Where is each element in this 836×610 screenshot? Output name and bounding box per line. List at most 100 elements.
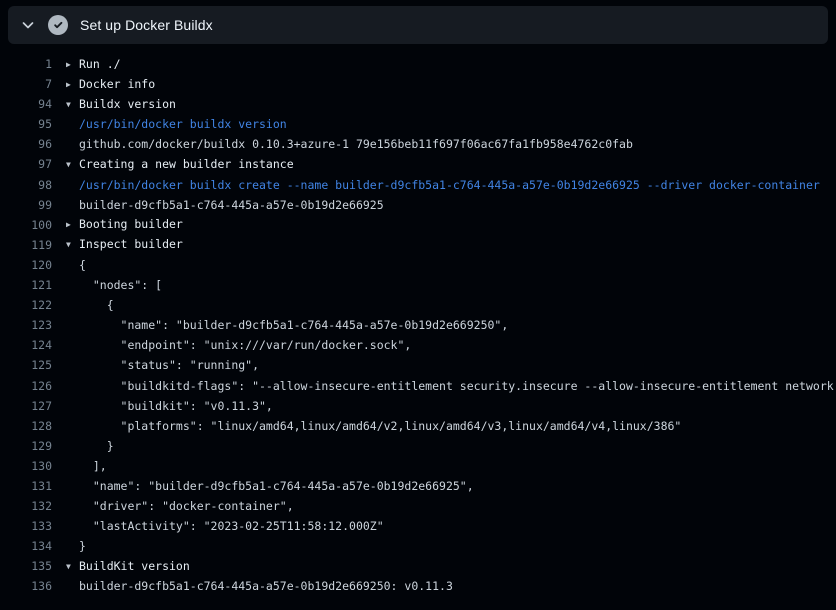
chevron-down-icon[interactable]: ▼ — [66, 95, 79, 115]
log-line: 126 "buildkitd-flags": "--allow-insecure… — [0, 376, 836, 396]
line-number-link[interactable]: 134 — [0, 536, 52, 556]
output-text: } — [66, 536, 836, 556]
chevron-down-icon[interactable] — [20, 17, 36, 33]
line-number-link[interactable]: 98 — [0, 175, 52, 195]
output-text: "buildkit": "v0.11.3", — [66, 396, 836, 416]
chevron-right-icon[interactable]: ▶ — [66, 215, 79, 235]
output-text: github.com/docker/buildx 0.10.3+azure-1 … — [66, 134, 836, 154]
line-number-link[interactable]: 136 — [0, 576, 52, 596]
line-number-link[interactable]: 135 — [0, 556, 52, 576]
output-text: "endpoint": "unix:///var/run/docker.sock… — [66, 335, 836, 355]
log-line: 124 "endpoint": "unix:///var/run/docker.… — [0, 335, 836, 355]
check-circle-icon — [48, 15, 68, 35]
line-number-link[interactable]: 123 — [0, 315, 52, 335]
output-text: "nodes": [ — [66, 275, 836, 295]
output-text: "buildkitd-flags": "--allow-insecure-ent… — [66, 376, 836, 396]
line-number-link[interactable]: 95 — [0, 114, 52, 134]
log-line: 121 "nodes": [ — [0, 275, 836, 295]
line-number-link[interactable]: 96 — [0, 134, 52, 154]
output-text: builder-d9cfb5a1-c764-445a-a57e-0b19d2e6… — [66, 195, 836, 215]
log-group-header[interactable]: ▼Inspect builder — [66, 234, 836, 255]
log-line: 131 "name": "builder-d9cfb5a1-c764-445a-… — [0, 476, 836, 496]
log-line: 127 "buildkit": "v0.11.3", — [0, 396, 836, 416]
output-text: { — [66, 255, 836, 275]
line-number-link[interactable]: 99 — [0, 195, 52, 215]
log-line: 120 { — [0, 255, 836, 275]
chevron-down-icon[interactable]: ▼ — [66, 155, 79, 175]
command-text: /usr/bin/docker buildx version — [66, 114, 836, 134]
line-number-link[interactable]: 133 — [0, 516, 52, 536]
log-group-header[interactable]: ▼BuildKit version — [66, 556, 836, 577]
log-line: 133 "lastActivity": "2023-02-25T11:58:12… — [0, 516, 836, 536]
log-line: 98/usr/bin/docker buildx create --name b… — [0, 175, 836, 195]
output-text: "name": "builder-d9cfb5a1-c764-445a-a57e… — [66, 315, 836, 335]
log-line: 119 ▼Inspect builder — [0, 235, 836, 255]
log-line: 100 ▶Booting builder — [0, 215, 836, 235]
step-title: Set up Docker Buildx — [80, 17, 213, 33]
chevron-right-icon[interactable]: ▶ — [66, 55, 79, 75]
line-number-link[interactable]: 119 — [0, 235, 52, 255]
line-number-link[interactable]: 132 — [0, 496, 52, 516]
line-number-link[interactable]: 130 — [0, 456, 52, 476]
log-line: 1 ▶Run ./ — [0, 54, 836, 74]
line-number-link[interactable]: 128 — [0, 416, 52, 436]
line-number-link[interactable]: 120 — [0, 255, 52, 275]
log-line: 132 "driver": "docker-container", — [0, 496, 836, 516]
line-number-link[interactable]: 126 — [0, 376, 52, 396]
line-number-link[interactable]: 7 — [0, 74, 52, 94]
log-group-header[interactable]: ▼Creating a new builder instance — [66, 154, 836, 175]
line-number-link[interactable]: 122 — [0, 295, 52, 315]
log-line: 7 ▶Docker info — [0, 74, 836, 94]
line-number-link[interactable]: 1 — [0, 54, 52, 74]
chevron-right-icon[interactable]: ▶ — [66, 75, 79, 95]
output-text: "name": "builder-d9cfb5a1-c764-445a-a57e… — [66, 476, 836, 496]
line-number-link[interactable]: 124 — [0, 335, 52, 355]
group-title[interactable]: BuildKit version — [79, 559, 190, 573]
log-line: 128 "platforms": "linux/amd64,linux/amd6… — [0, 416, 836, 436]
output-text: builder-d9cfb5a1-c764-445a-a57e-0b19d2e6… — [66, 576, 836, 596]
output-text: } — [66, 436, 836, 456]
output-text: { — [66, 295, 836, 315]
line-number-link[interactable]: 131 — [0, 476, 52, 496]
log-line: 123 "name": "builder-d9cfb5a1-c764-445a-… — [0, 315, 836, 335]
group-title[interactable]: Creating a new builder instance — [79, 157, 294, 171]
log-line: 136 builder-d9cfb5a1-c764-445a-a57e-0b19d… — [0, 576, 836, 596]
output-text: "lastActivity": "2023-02-25T11:58:12.000… — [66, 516, 836, 536]
log-group-header[interactable]: ▼Buildx version — [66, 94, 836, 115]
log-line: 97 ▼Creating a new builder instance — [0, 154, 836, 174]
chevron-down-icon[interactable]: ▼ — [66, 235, 79, 255]
log-line: 94 ▼Buildx version — [0, 94, 836, 114]
log-group-header[interactable]: ▶Run ./ — [66, 54, 836, 75]
command-text: /usr/bin/docker buildx create --name bui… — [66, 175, 836, 195]
log-line: 135 ▼BuildKit version — [0, 556, 836, 576]
output-text: "status": "running", — [66, 355, 836, 375]
group-title[interactable]: Inspect builder — [79, 237, 183, 251]
log-line: 96 github.com/docker/buildx 0.10.3+azure-… — [0, 134, 836, 154]
group-title[interactable]: Buildx version — [79, 97, 176, 111]
output-text: ], — [66, 456, 836, 476]
log-group-header[interactable]: ▶Docker info — [66, 74, 836, 95]
output-text: "driver": "docker-container", — [66, 496, 836, 516]
line-number-link[interactable]: 97 — [0, 154, 52, 174]
log-line: 129 } — [0, 436, 836, 456]
chevron-down-icon[interactable]: ▼ — [66, 557, 79, 577]
line-number-link[interactable]: 129 — [0, 436, 52, 456]
log-line: 122 { — [0, 295, 836, 315]
line-number-link[interactable]: 100 — [0, 215, 52, 235]
group-title[interactable]: Run ./ — [79, 57, 121, 71]
log-line: 99 builder-d9cfb5a1-c764-445a-a57e-0b19d2… — [0, 195, 836, 215]
line-number-link[interactable]: 127 — [0, 396, 52, 416]
group-title[interactable]: Docker info — [79, 77, 155, 91]
log-lines: 1▶Run ./7▶Docker info94▼Buildx version95… — [0, 44, 836, 597]
output-text: "platforms": "linux/amd64,linux/amd64/v2… — [66, 416, 836, 436]
step-header[interactable]: Set up Docker Buildx — [8, 6, 828, 44]
line-number-link[interactable]: 121 — [0, 275, 52, 295]
log-line: 125 "status": "running", — [0, 355, 836, 375]
log-line: 134} — [0, 536, 836, 556]
group-title[interactable]: Booting builder — [79, 217, 183, 231]
line-number-link[interactable]: 125 — [0, 355, 52, 375]
log-group-header[interactable]: ▶Booting builder — [66, 214, 836, 235]
log-line: 130 ], — [0, 456, 836, 476]
line-number-link[interactable]: 94 — [0, 94, 52, 114]
log-line: 95/usr/bin/docker buildx version — [0, 114, 836, 134]
